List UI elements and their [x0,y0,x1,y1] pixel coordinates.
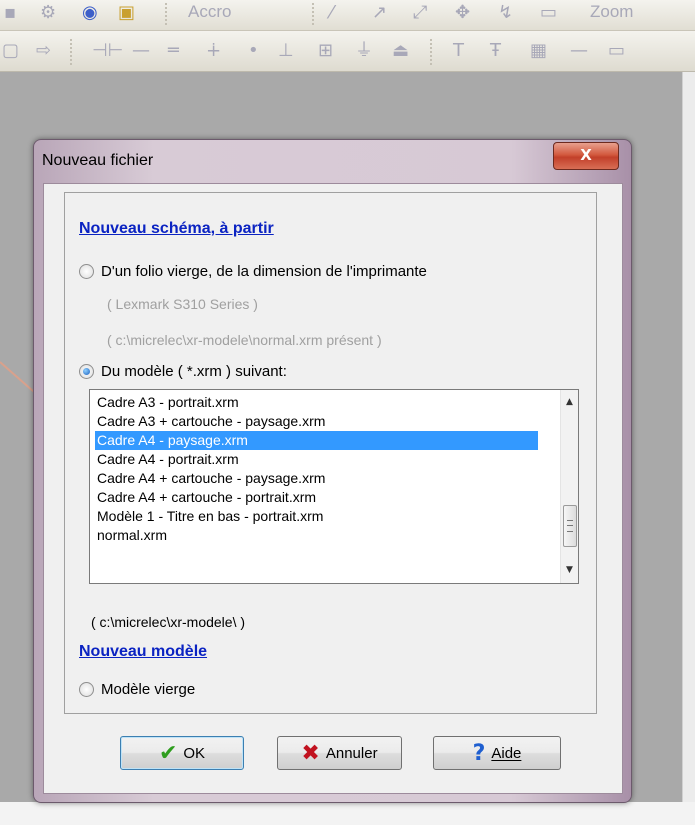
dot-icon[interactable]: • [248,41,259,61]
section-heading-schema: Nouveau schéma, à partir [79,220,274,237]
double-line-icon[interactable]: ═ [168,41,179,61]
connector-icon[interactable]: ⊞ [318,41,333,61]
new-file-dialog: Nouveau fichier X Nouveau schéma, à part… [33,139,632,803]
radio-folio-vierge[interactable]: D'un folio vierge, de la dimension de l'… [79,263,427,280]
list-item[interactable]: Modèle 1 - Titre en bas - portrait.xrm [95,507,538,526]
dialog-client-area: Nouveau schéma, à partir D'un folio vier… [43,183,623,794]
listbox-scrollbar[interactable]: ▲ ▼ [560,390,578,583]
ground-icon-2[interactable]: ⏏ [392,41,409,61]
toolbar-separator [70,39,72,65]
draw-icon-5[interactable]: ↯ [498,3,513,23]
template-directory-label: ( c:\micrelec\xr-modele\ ) [91,614,246,630]
scroll-down-arrow-icon[interactable]: ▼ [561,562,578,579]
ground-icon[interactable]: ⏚ [355,41,373,61]
draw-icon-3[interactable]: ⤢ [413,3,427,23]
toolbar-icon-1[interactable]: ▪ [4,3,16,23]
text-style-icon[interactable]: Ŧ [490,41,501,61]
radio-button[interactable] [79,682,94,697]
ok-button[interactable]: ✔ OK [120,736,244,770]
question-mark-icon: ? [472,740,486,766]
help-label: Aide [491,744,522,762]
radio-label: Du modèle ( *.xrm ) suivant: [101,363,287,380]
ok-label: OK [183,744,206,762]
printer-name-label: ( Lexmark S310 Series ) [107,296,258,312]
help-circle-icon[interactable]: ◉ [82,3,98,23]
top-toolbar: ▪ ⚙ ◉ ▣ Accro ⁄ ↗ ⤢ ✥ ↯ ▭ Zoom [0,0,695,31]
hline-icon[interactable]: — [570,41,588,61]
help-button[interactable]: ? Aide [433,736,561,770]
list-item[interactable]: Cadre A4 + cartouche - portrait.xrm [95,488,538,507]
list-item[interactable]: normal.xrm [95,526,538,545]
list-item[interactable]: Cadre A3 + cartouche - paysage.xrm [95,412,538,431]
symbol-icon-2[interactable]: ⇨ [36,41,51,61]
section-heading-modele: Nouveau modèle [79,643,208,660]
options-group: Nouveau schéma, à partir D'un folio vier… [64,192,597,714]
capacitor-icon[interactable]: ⊣⊢ [92,41,123,61]
zoom-button[interactable]: Zoom [590,2,633,22]
list-item[interactable]: Cadre A4 + cartouche - paysage.xrm [95,469,538,488]
list-item[interactable]: Cadre A3 - portrait.xrm [95,393,538,412]
draw-icon-4[interactable]: ✥ [455,3,470,23]
draw-icon-2[interactable]: ↗ [372,3,387,23]
dialog-titlebar[interactable]: Nouveau fichier X [34,140,631,180]
list-item[interactable]: Cadre A4 - portrait.xrm [95,450,538,469]
grip-icon [567,520,573,532]
cancel-button[interactable]: ✖ Annuler [277,736,402,770]
accro-button[interactable]: Accro [188,2,231,22]
dimension-icon[interactable]: ⊥ [278,41,294,61]
radio-du-modele[interactable]: Du modèle ( *.xrm ) suivant: [79,363,287,380]
toolbar-separator [165,3,167,25]
template-listbox[interactable]: Cadre A3 - portrait.xrm Cadre A3 + carto… [89,389,579,584]
symbol-toolbar: ▢ ⇨ ⊣⊢ — ═ ∔ • ⊥ ⊞ ⏚ ⏏ T Ŧ ▦ — ▭ [0,31,695,72]
cancel-x-icon: ✖ [301,740,320,766]
radio-button-checked[interactable] [79,364,94,379]
line-icon[interactable]: — [132,41,150,61]
cancel-label: Annuler [325,744,378,762]
dialog-title: Nouveau fichier [42,152,154,169]
toolbar-separator [312,3,314,25]
radio-button[interactable] [79,264,94,279]
right-scroll-edge [682,72,695,825]
rect-icon[interactable]: ▭ [608,41,625,61]
table-icon[interactable]: ▦ [530,41,547,61]
symbol-icon-1[interactable]: ▢ [2,41,19,61]
radio-label: Modèle vierge [101,681,196,698]
text-icon[interactable]: T [453,41,464,61]
draw-icon-6[interactable]: ▭ [540,3,557,23]
cross-line-icon[interactable]: ∔ [206,41,221,61]
printer-path-label: ( c:\micrelec\xr-modele\normal.xrm prése… [107,332,382,348]
toolbar-icon-2[interactable]: ⚙ [40,3,56,23]
checkmark-icon: ✔ [158,740,178,766]
list-item-selected[interactable]: Cadre A4 - paysage.xrm [95,431,538,450]
bottom-status-area [0,802,695,825]
scroll-up-arrow-icon[interactable]: ▲ [561,394,578,411]
draw-icon-1[interactable]: ⁄ [330,3,333,23]
toolbar-icon-3[interactable]: ▣ [118,3,135,23]
close-button[interactable]: X [553,142,619,170]
radio-label: D'un folio vierge, de la dimension de l'… [101,263,427,280]
radio-modele-vierge[interactable]: Modèle vierge [79,681,195,698]
toolbar-separator [430,39,432,65]
scroll-thumb[interactable] [563,505,577,547]
